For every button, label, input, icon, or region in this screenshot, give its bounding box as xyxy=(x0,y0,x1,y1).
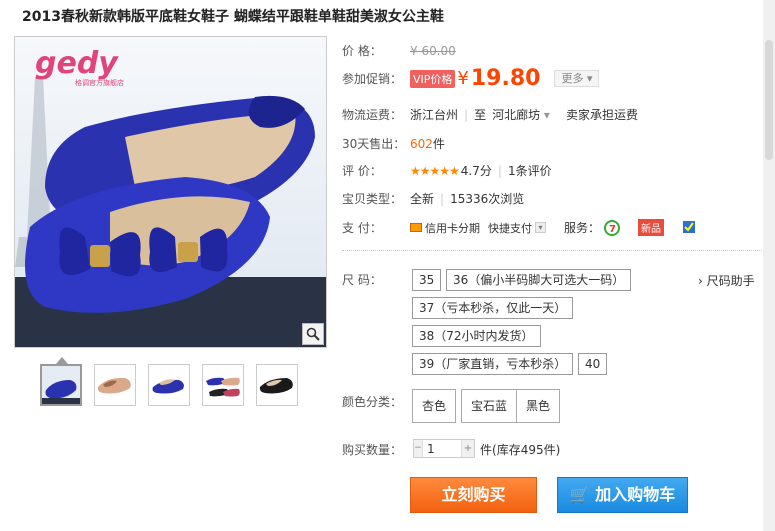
product-title: 2013春秋新款韩版平底鞋女鞋子 蝴蝶结平跟鞋单鞋甜美淑女公主鞋 xyxy=(22,9,444,25)
shipping-row: 物流运费： 浙江台州 | 至 河北廊坊 ▾ 卖家承担运费 xyxy=(342,106,638,123)
quantity-row: 购买数量： xyxy=(342,441,410,458)
size-option-38[interactable]: 38（72小时内发货） xyxy=(412,325,541,347)
more-promos-label: 更多 xyxy=(561,72,584,85)
credit-installment[interactable]: 信用卡分期 xyxy=(425,220,480,236)
ship-to-city: 河北廊坊 xyxy=(492,108,541,122)
quantity-input[interactable] xyxy=(423,440,461,457)
new-item-badge[interactable]: 新品 xyxy=(638,219,665,236)
chevron-down-icon[interactable]: ▾ xyxy=(535,222,546,233)
check-icon xyxy=(683,220,696,233)
item-type-row: 宝贝类型： 全新 | 15336次浏览 xyxy=(342,190,524,207)
thumb-black-shoe-icon xyxy=(257,365,297,405)
credit-card-icon xyxy=(410,223,422,232)
size-option-39[interactable]: 39（厂家直销，亏本秒杀） xyxy=(412,353,574,375)
thumb-beige-shoe-icon xyxy=(95,365,135,405)
thumbnail-strip xyxy=(40,364,298,406)
stock-count: (库存495件) xyxy=(492,443,561,457)
brand-logo: gedy xyxy=(35,46,119,81)
item-type-label: 宝贝类型： xyxy=(342,192,403,206)
price-label: 价 格： xyxy=(342,44,382,58)
brand-logo-subtext: 格调官方旗舰店 xyxy=(75,78,124,87)
rating-label: 评 价： xyxy=(342,164,382,178)
thumb-multi-color-icon xyxy=(203,365,243,405)
main-product-image[interactable]: gedy 格调官方旗舰店 xyxy=(14,36,327,348)
sales-unit: 件 xyxy=(432,137,445,151)
rating-stars-icon: ★★★★★ xyxy=(410,163,460,178)
promo-label: 参加促销： xyxy=(342,72,403,86)
currency-symbol: ¥ xyxy=(457,68,469,89)
thumbnail-4[interactable] xyxy=(202,364,244,406)
vip-price-tag: VIP价格 xyxy=(410,69,456,88)
ship-from: 浙江台州 xyxy=(410,108,459,122)
thumbnail-2[interactable] xyxy=(94,364,136,406)
size-option-36[interactable]: 36（偏小半码脚大可选大一码） xyxy=(446,269,632,291)
color-label-row: 颜色分类： xyxy=(342,393,410,410)
cart-icon: 🛒 xyxy=(569,485,590,504)
price-row: 价 格： ¥ 60.00 xyxy=(342,42,456,59)
thumbnail-1[interactable] xyxy=(40,364,82,406)
quantity-increment[interactable]: + xyxy=(461,440,474,457)
payment-label: 支 付： xyxy=(342,221,382,235)
promo-row: 参加促销： VIP价格 ¥ 19.80 更多 ▾ xyxy=(342,66,600,91)
shipping-separator: | xyxy=(464,107,469,122)
rating-separator: | xyxy=(497,163,502,178)
shoe-photo: gedy 格调官方旗舰店 xyxy=(15,37,326,347)
color-option-sapphire[interactable]: 宝石蓝 xyxy=(461,389,518,423)
sales-count: 602 xyxy=(410,136,433,151)
seven-day-icon: 7 xyxy=(604,219,621,236)
thumbnail-3[interactable] xyxy=(148,364,190,406)
more-promos-button[interactable]: 更多 ▾ xyxy=(554,70,600,87)
size-helper-label: 尺码助手 xyxy=(706,274,755,288)
chevron-down-icon: ▾ xyxy=(586,72,593,85)
sales-label: 30天售出： xyxy=(342,137,406,151)
size-helper-link[interactable]: › 尺码助手 xyxy=(698,272,755,289)
verified-icon[interactable] xyxy=(682,220,698,236)
service-label: 服务： xyxy=(564,221,601,235)
rating-score: 4.7分 xyxy=(460,164,492,178)
rating-row: 评 价： ★★★★★ 4.7分 | 1条评价 xyxy=(342,162,552,179)
scrollbar-thumb[interactable] xyxy=(765,40,773,160)
item-condition: 全新 xyxy=(410,192,435,206)
chevron-down-icon: ▾ xyxy=(543,108,550,122)
shipping-fee: 卖家承担运费 xyxy=(565,108,638,122)
stock-info: 件 (库存495件) xyxy=(480,441,560,458)
ship-to-prefix: 至 xyxy=(474,108,487,122)
quantity-stepper: − + xyxy=(413,439,475,458)
svg-text:7: 7 xyxy=(609,224,616,235)
color-option-black[interactable]: 黑色 xyxy=(516,389,561,423)
thumb-blue-pair-icon xyxy=(149,365,189,405)
add-to-cart-label: 加入购物车 xyxy=(595,485,676,504)
promo-price: 19.80 xyxy=(470,66,541,91)
shipping-label: 物流运费： xyxy=(342,108,403,122)
section-divider xyxy=(342,250,762,251)
size-option-35[interactable]: 35 xyxy=(412,269,442,291)
size-label-row: 尺 码： xyxy=(342,271,410,288)
view-count: 15336次浏览 xyxy=(450,192,525,206)
quantity-decrement[interactable]: − xyxy=(414,440,423,457)
original-price: ¥ 60.00 xyxy=(410,43,456,58)
chevron-right-icon: › xyxy=(698,274,703,288)
size-option-37[interactable]: 37（亏本秒杀，仅此一天） xyxy=(412,297,574,319)
ship-to-selector[interactable]: 河北廊坊 ▾ xyxy=(492,106,550,123)
color-label: 颜色分类： xyxy=(342,395,403,409)
size-label: 尺 码： xyxy=(342,273,382,287)
thumbnail-5[interactable] xyxy=(256,364,298,406)
size-option-40[interactable]: 40 xyxy=(578,353,608,375)
thumb-selection-arrow xyxy=(56,357,68,364)
quantity-unit: 件 xyxy=(480,443,493,457)
reviews-link[interactable]: 1条评价 xyxy=(508,162,552,179)
zoom-button[interactable] xyxy=(302,323,324,345)
item-type-separator: | xyxy=(440,191,445,206)
buy-now-button[interactable]: 立刻购买 xyxy=(410,477,537,513)
thumb-blue-shoe-icon xyxy=(42,366,80,404)
quantity-label: 购买数量： xyxy=(342,443,403,457)
sales-row: 30天售出： 602 件 xyxy=(342,135,445,152)
color-option-apricot[interactable]: 杏色 xyxy=(412,389,457,423)
magnifier-icon xyxy=(306,327,320,341)
quick-pay[interactable]: 快捷支付 xyxy=(488,220,532,236)
guarantee-7day-icon[interactable]: 7 xyxy=(604,219,621,236)
payment-row: 支 付： 信用卡分期 快捷支付 ▾ 服务： 7 新品 xyxy=(342,219,698,236)
add-to-cart-button[interactable]: 🛒 加入购物车 xyxy=(557,477,688,513)
